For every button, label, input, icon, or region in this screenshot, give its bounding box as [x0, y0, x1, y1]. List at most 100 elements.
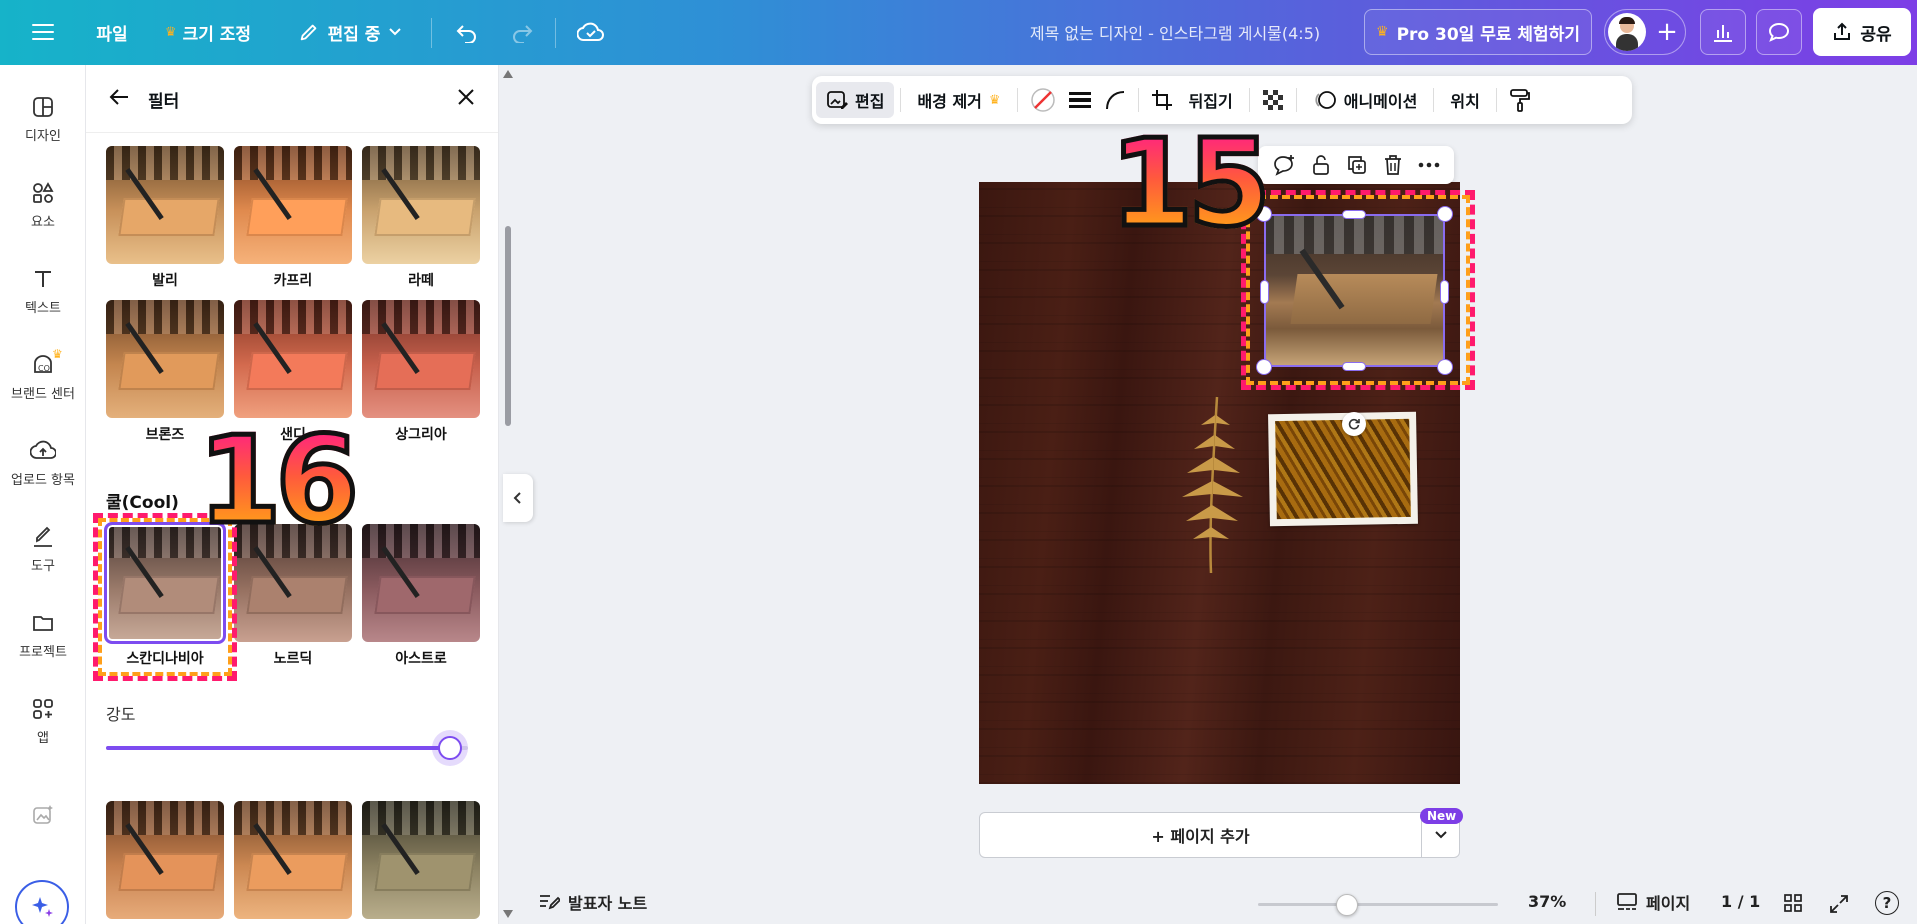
- upload-share-icon: [1834, 22, 1851, 40]
- cloud-saved-icon[interactable]: [574, 12, 608, 52]
- scroll-down-arrow[interactable]: [503, 910, 513, 918]
- pro-trial-button[interactable]: ♛ Pro 30일 무료 체험하기: [1364, 9, 1592, 55]
- back-arrow-icon[interactable]: [108, 87, 130, 111]
- divider: [1295, 88, 1297, 112]
- grid-view-icon[interactable]: [1783, 893, 1803, 917]
- plus-icon[interactable]: +: [1653, 18, 1681, 46]
- avatar[interactable]: [1608, 13, 1646, 51]
- flip-button[interactable]: 뒤집기: [1179, 82, 1243, 118]
- bg-remove-button[interactable]: 배경 제거 ♛: [907, 82, 1010, 118]
- animate-button[interactable]: 애니메이션: [1303, 82, 1428, 118]
- transparency-icon: [1262, 90, 1283, 110]
- filter-thumbnail[interactable]: [362, 146, 480, 264]
- border-color-button[interactable]: [1024, 82, 1062, 118]
- insights-button[interactable]: [1700, 9, 1746, 55]
- annotation-box-inner: [1246, 195, 1470, 385]
- filter-thumbnail[interactable]: [106, 300, 224, 418]
- filter-thumbnail[interactable]: [362, 300, 480, 418]
- bar-chart-icon: [1714, 25, 1732, 42]
- magic-assistant-button[interactable]: [15, 880, 69, 924]
- panel-title: 필터: [148, 92, 180, 112]
- scroll-thumb[interactable]: [505, 226, 511, 426]
- rail-item-apps[interactable]: 앱: [0, 697, 86, 746]
- zoom-thumb[interactable]: [1335, 894, 1358, 916]
- filter-thumbnail[interactable]: [106, 146, 224, 264]
- edit-mode-dropdown[interactable]: 편집 중: [290, 12, 410, 52]
- page-count: 1 / 1: [1721, 892, 1761, 911]
- edit-image-button[interactable]: 편집: [816, 82, 895, 118]
- slider-thumb[interactable]: [432, 730, 468, 766]
- presenter-notes-button[interactable]: 발표자 노트: [538, 890, 647, 914]
- filter-label: 상그리아: [395, 427, 447, 443]
- filter-thumbnail[interactable]: [234, 801, 352, 919]
- pages-icon: [1617, 893, 1637, 910]
- divider: [1433, 88, 1435, 112]
- design-icon: [33, 97, 53, 117]
- border-style-button[interactable]: [1062, 82, 1098, 118]
- copy-style-button[interactable]: [1503, 82, 1537, 118]
- bottom-bar: 발표자 노트 37% 페이지 1 / 1 ?: [518, 884, 1917, 924]
- sparkle-icon: [32, 897, 53, 917]
- rail-label: 텍스트: [25, 301, 61, 316]
- cool-section-title: 쿨(Cool): [106, 493, 179, 513]
- resize-label: 크기 조정: [182, 24, 252, 45]
- zoom-value[interactable]: 37%: [1528, 892, 1566, 911]
- crop-icon: [1151, 90, 1172, 110]
- scroll-up-arrow[interactable]: [503, 70, 513, 78]
- close-icon[interactable]: [456, 87, 476, 111]
- notes-label: 발표자 노트: [568, 894, 648, 913]
- pages-button[interactable]: 페이지: [1616, 890, 1690, 914]
- redo-icon[interactable]: [505, 12, 539, 52]
- rail-item-design[interactable]: 디자인: [0, 95, 86, 144]
- collaborators-group[interactable]: +: [1604, 9, 1686, 55]
- filter-thumbnail[interactable]: [362, 524, 480, 642]
- no-color-icon: [1030, 88, 1055, 112]
- help-icon[interactable]: ?: [1875, 891, 1899, 915]
- side-rail: 디자인 요소 텍스트 ♛ CO 브랜드 센터 업로드 항목 도구 프로젝트 앱: [0, 65, 86, 924]
- zoom-track: [1258, 903, 1498, 906]
- collapse-panel-button[interactable]: [503, 474, 533, 522]
- rail-item-projects[interactable]: 프로젝트: [0, 611, 86, 660]
- rail-item-text[interactable]: 텍스트: [0, 267, 86, 316]
- filter-thumbnail[interactable]: [362, 801, 480, 919]
- hamburger-icon[interactable]: [26, 12, 60, 52]
- rotate-icon[interactable]: [1342, 412, 1366, 436]
- crown-icon: ♛: [988, 92, 1001, 108]
- step-label-15: 15: [1108, 115, 1274, 254]
- rail-item-brand[interactable]: ♛ CO 브랜드 센터: [0, 347, 86, 402]
- transparency-button[interactable]: [1256, 82, 1290, 118]
- trash-icon[interactable]: [1383, 154, 1403, 176]
- filter-label: 노르딕: [273, 651, 313, 667]
- position-button[interactable]: 위치: [1440, 82, 1489, 118]
- lock-icon[interactable]: [1311, 154, 1331, 176]
- rail-item-uploads[interactable]: 업로드 항목: [0, 439, 86, 488]
- document-title[interactable]: 제목 없는 디자인 - 인스타그램 게시물(4:5): [1010, 12, 1340, 52]
- fullscreen-icon[interactable]: [1828, 893, 1850, 919]
- crop-button[interactable]: [1145, 82, 1179, 118]
- magic-media-icon[interactable]: [31, 803, 55, 831]
- rail-label: 앱: [37, 731, 49, 746]
- filter-thumbnail[interactable]: [106, 801, 224, 919]
- filter-thumbnail[interactable]: [234, 300, 352, 418]
- comment-add-icon[interactable]: [1272, 154, 1296, 176]
- divider: [1248, 88, 1250, 112]
- intensity-slider[interactable]: [106, 730, 468, 766]
- duplicate-icon[interactable]: [1346, 154, 1368, 176]
- fern-graphic[interactable]: [1167, 395, 1253, 575]
- comments-button[interactable]: [1756, 9, 1802, 55]
- zoom-slider[interactable]: [1258, 894, 1498, 916]
- corner-rounding-button[interactable]: [1098, 82, 1132, 118]
- filter-thumbnail[interactable]: [234, 146, 352, 264]
- share-button[interactable]: 공유: [1813, 8, 1911, 56]
- rail-item-tools[interactable]: 도구: [0, 525, 86, 574]
- add-page-button[interactable]: + 페이지 추가: [980, 813, 1421, 857]
- undo-icon[interactable]: [450, 12, 484, 52]
- corner-radius-icon: [1105, 91, 1124, 110]
- rail-item-elements[interactable]: 요소: [0, 181, 86, 230]
- divider: [1016, 88, 1018, 112]
- divider: [555, 18, 556, 48]
- divider: [1137, 88, 1139, 112]
- file-menu[interactable]: 파일: [92, 12, 132, 52]
- resize-button[interactable]: ♛ 크기 조정: [158, 12, 258, 52]
- more-options-icon[interactable]: [1418, 162, 1440, 168]
